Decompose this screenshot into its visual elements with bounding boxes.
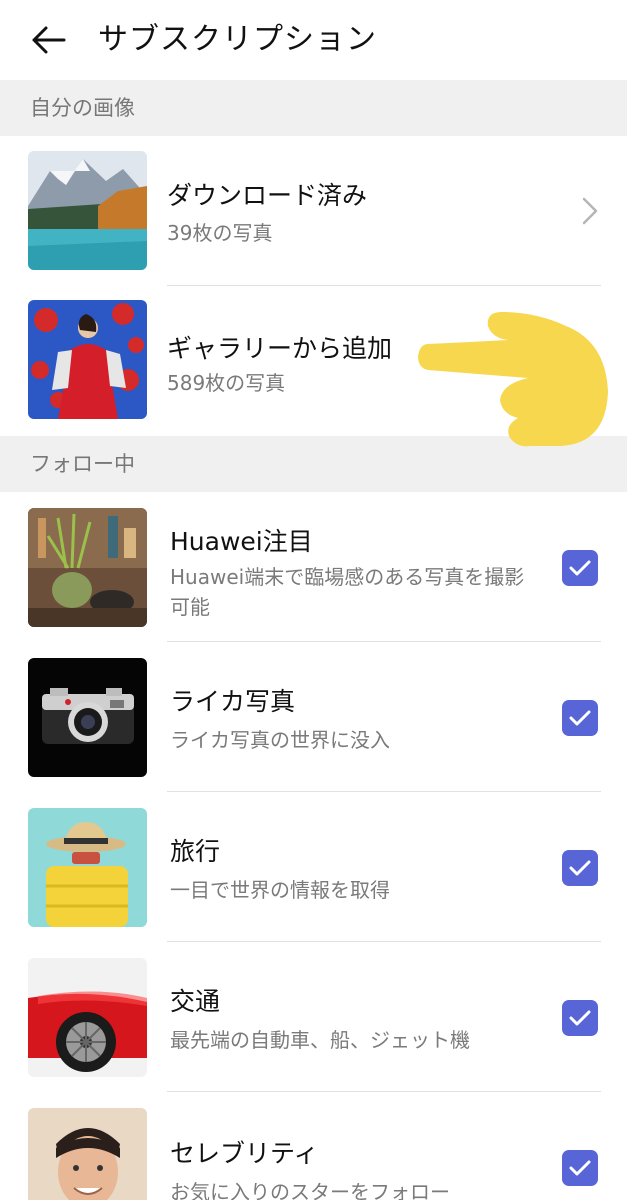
thumbnail-plant-teapot <box>28 508 147 627</box>
checkmark-icon <box>569 860 591 876</box>
follow-checkbox[interactable] <box>562 1150 598 1186</box>
row-subtitle: 最先端の自動車、船、ジェット機 <box>170 1028 470 1052</box>
row-subtitle: 一目で世界の情報を取得 <box>170 878 390 902</box>
checkmark-icon <box>569 560 591 576</box>
section-header-my-images: 自分の画像 <box>0 80 627 136</box>
row-subtitle: 589枚の写真 <box>167 371 286 395</box>
row-title: 交通 <box>170 987 221 1016</box>
row-title: Huawei注目 <box>170 527 313 556</box>
row-title: 旅行 <box>170 837 221 866</box>
thumbnail-leica-camera <box>28 658 147 777</box>
row-title: セレブリティ <box>170 1139 319 1168</box>
list-item-add-from-gallery[interactable]: ギャラリーから追加 589枚の写真 <box>0 286 627 436</box>
thumbnail-mountain-lake <box>28 151 147 270</box>
page-title: サブスクリプション <box>98 22 377 57</box>
list-item-downloaded[interactable]: ダウンロード済み 39枚の写真 <box>0 136 627 286</box>
checkmark-icon <box>569 1010 591 1026</box>
row-title: ギャラリーから追加 <box>167 334 393 363</box>
row-subtitle: お気に入りのスターをフォロー <box>170 1180 450 1200</box>
back-button[interactable] <box>26 18 70 62</box>
thumbnail-red-sports-car <box>28 958 147 1077</box>
follow-checkbox[interactable] <box>562 1000 598 1036</box>
list-item-transportation[interactable]: 交通 最先端の自動車、船、ジェット機 <box>0 942 627 1092</box>
thumbnail-smiling-man <box>28 1108 147 1200</box>
list-item-travel[interactable]: 旅行 一目で世界の情報を取得 <box>0 792 627 942</box>
follow-checkbox[interactable] <box>562 700 598 736</box>
list-item-leica-photos[interactable]: ライカ写真 ライカ写真の世界に没入 <box>0 642 627 792</box>
row-title: ダウンロード済み <box>167 181 368 210</box>
thumbnail-suitcase-hat <box>28 808 147 927</box>
checkmark-icon <box>569 710 591 726</box>
list-item-huawei-featured[interactable]: Huawei注目 Huawei端末で臨場感のある写真を撮影可能 <box>0 492 627 642</box>
chevron-right-icon[interactable] <box>578 193 602 229</box>
thumbnail-woman-red-flowers <box>28 300 147 419</box>
follow-checkbox[interactable] <box>562 550 598 586</box>
section-header-following: フォロー中 <box>0 436 627 492</box>
checkmark-icon <box>569 1160 591 1176</box>
row-subtitle: 39枚の写真 <box>167 221 273 245</box>
arrow-left-icon <box>32 26 66 54</box>
row-subtitle: ライカ写真の世界に没入 <box>170 728 390 752</box>
row-subtitle: Huawei端末で臨場感のある写真を撮影可能 <box>170 565 525 619</box>
row-title: ライカ写真 <box>170 687 296 716</box>
app-header: サブスクリプション <box>0 0 627 80</box>
follow-checkbox[interactable] <box>562 850 598 886</box>
list-item-celebrity[interactable]: セレブリティ お気に入りのスターをフォロー <box>0 1092 627 1200</box>
